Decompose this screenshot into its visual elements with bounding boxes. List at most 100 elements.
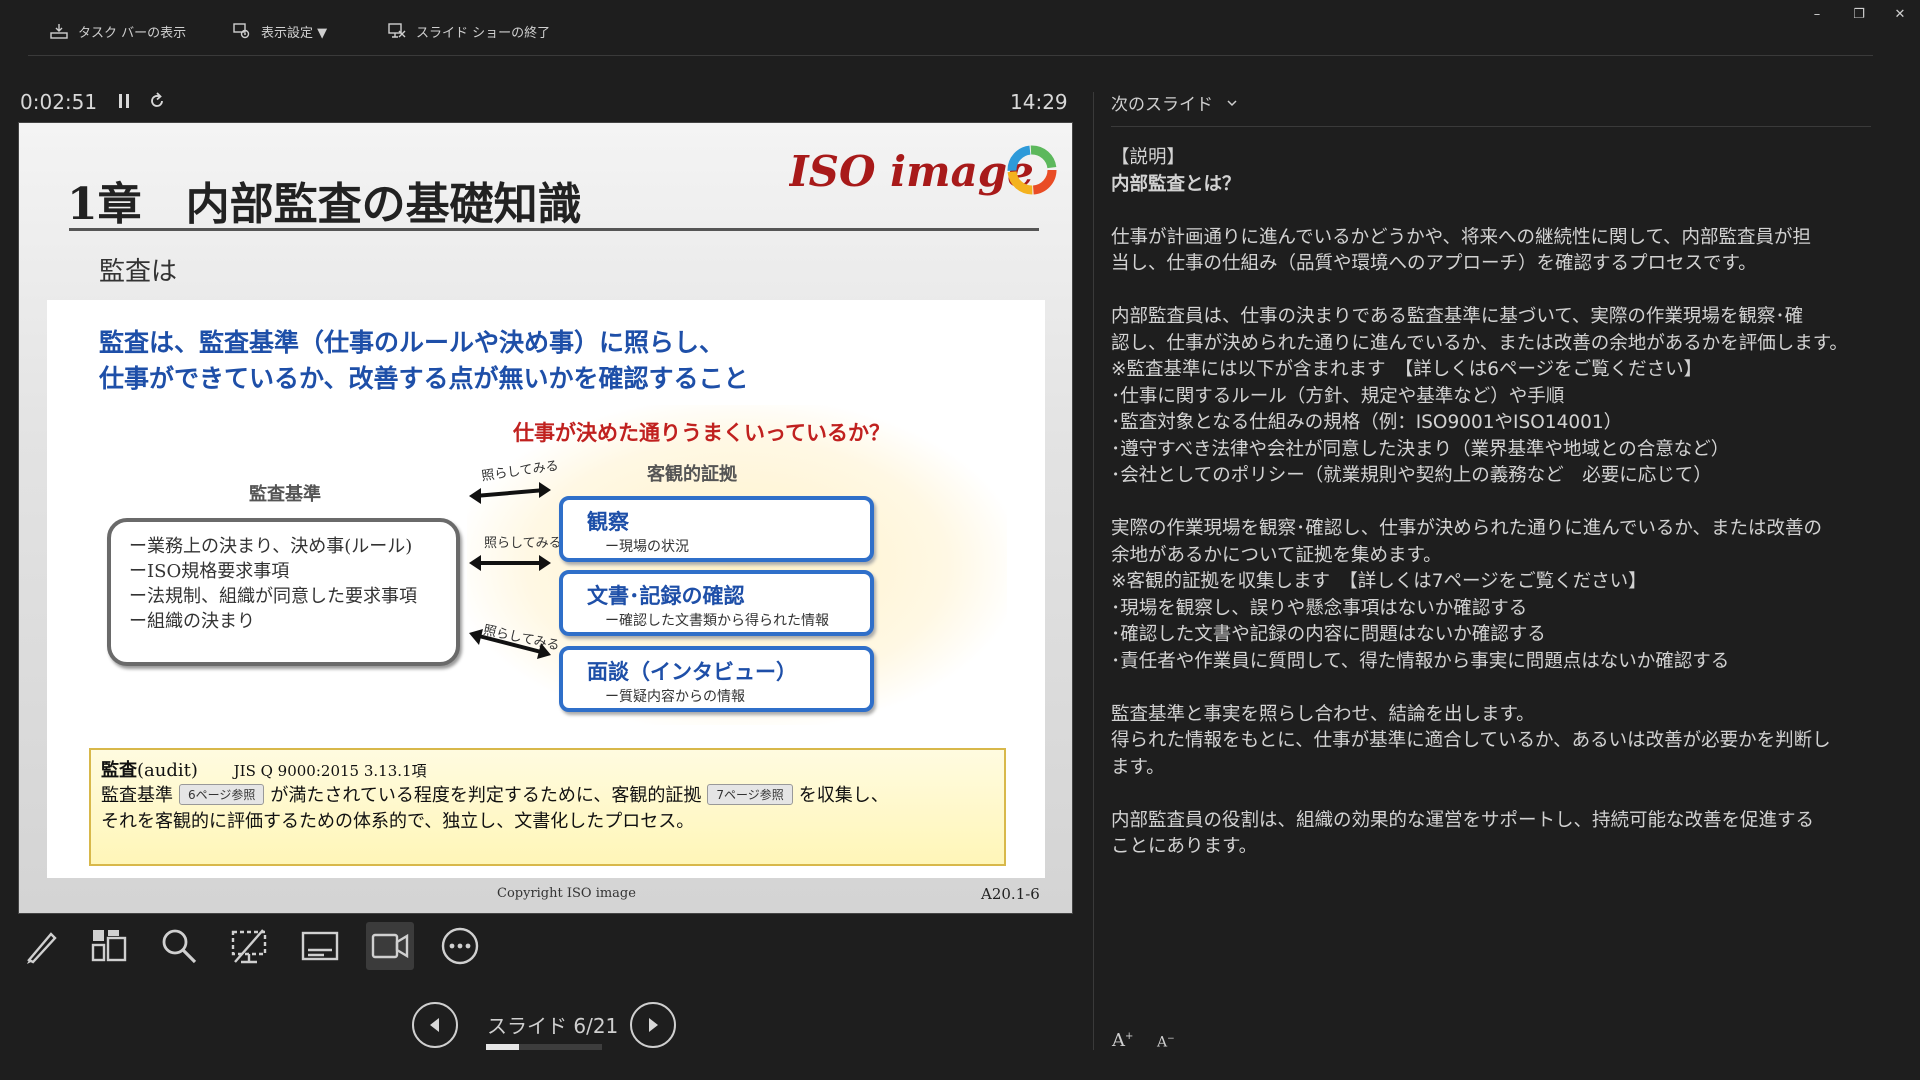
slide-content-panel: 監査は、監査基準（仕事のルールや決め事）に照らし、 仕事ができているか、改善する…: [47, 300, 1045, 878]
increase-font-button[interactable]: A+: [1112, 1030, 1133, 1051]
notes-line: 余地があるかについて証拠を集めます。: [1111, 544, 1442, 566]
camera-toggle-button[interactable]: [366, 922, 414, 970]
double-arrow-icon: [469, 482, 551, 504]
previous-slide-button[interactable]: [412, 1002, 458, 1048]
taskbar-icon: [50, 24, 68, 39]
video-camera-icon: [371, 933, 409, 959]
screen-off-icon: [231, 929, 267, 964]
next-slide-button[interactable]: [630, 1002, 676, 1048]
current-slide: 1章 内部監査の基礎知識 ISO image 監査は 監査は、監査基準（仕事のル…: [19, 123, 1072, 913]
more-options-button[interactable]: [436, 922, 484, 970]
elapsed-timer: 0:02:51: [20, 90, 98, 114]
chevron-down-icon: [1227, 99, 1237, 106]
next-slide-label: 次のスライド: [1111, 95, 1213, 115]
subtitles-icon: [301, 931, 339, 961]
headline-line-2: 仕事ができているか、改善する点が無いかを確認すること: [99, 364, 749, 393]
notes-line: ･確認した文書や記録の内容に問題はないか確認する: [1111, 624, 1546, 645]
definition-part3: を収集し、: [798, 785, 889, 806]
font-larger-label: A: [1112, 1030, 1125, 1051]
standard-item: ー業務上の決まり、決め事(ルール): [129, 536, 413, 557]
evidence-title: 観察: [587, 509, 629, 534]
close-button[interactable]: ✕: [1885, 4, 1915, 26]
arrow-left-icon: [430, 1018, 439, 1032]
font-smaller-label: A: [1157, 1034, 1168, 1051]
double-arrow-icon: [469, 555, 551, 571]
notes-line: 仕事が計画通りに進んでいるかどうかや、将来への継続性に関して、内部監査員が担: [1111, 226, 1812, 248]
double-arrow-icon: [469, 629, 551, 659]
notes-line: 認し、仕事が決められた通りに進んでいるか、または改善の余地があるかを評価します。: [1111, 332, 1848, 354]
next-slide-toggle[interactable]: 次のスライド: [1111, 90, 1237, 115]
minimize-button[interactable]: –: [1802, 4, 1832, 26]
notes-line: ます。: [1111, 756, 1165, 778]
pen-tool-button[interactable]: [17, 922, 65, 970]
slides-grid-icon: [91, 930, 127, 962]
notes-line: ･責任者や作業員に質問して、得た情報から事実に問題点はないか確認する: [1111, 650, 1730, 672]
panel-divider: [1093, 92, 1094, 1050]
notes-line: [1111, 675, 1871, 702]
presenter-toolbar: タスク バーの表示 表示設定 ▼ スライド ショーの終了: [0, 0, 1920, 56]
subtitles-button[interactable]: [296, 922, 344, 970]
slide-counter: スライド 6/21: [487, 1014, 619, 1038]
notes-line: 監査基準と事実を照らし合わせ、結論を出します。: [1111, 703, 1535, 725]
notes-line: ･現場を観察し、誤りや懸念事項はないか確認する: [1111, 597, 1528, 619]
slide-number: A20.1-6: [981, 885, 1040, 903]
notes-line: ※監査基準には以下が含まれます 【詳しくは6ページをご覧ください】: [1111, 359, 1703, 380]
pen-icon: [27, 932, 57, 964]
toolbar-divider: [28, 55, 1873, 56]
ellipsis-icon: [441, 927, 479, 965]
decrease-font-button[interactable]: A−: [1157, 1034, 1175, 1051]
notes-line: 当し、仕事の仕組み（品質や環境へのアプローチ）を確認するプロセスです。: [1111, 253, 1757, 274]
definition-heading: 監査(audit) JIS Q 9000:2015 3.13.1項: [101, 756, 427, 782]
magnifier-icon: [162, 929, 197, 964]
definition-line-2: 監査基準 6ページ参照 が満たされている程度を判定するために、客観的証拠 7ページ参照…: [101, 781, 889, 807]
evidence-title: 面談（インタビュー）: [587, 659, 797, 684]
slide-title: 1章 内部監査の基礎知識: [67, 179, 582, 230]
audit-standard-box: ー業務上の決まり、決め事(ルール) ーISO規格要求事項 ー法規制、組織が同意し…: [107, 518, 460, 666]
reset-timer-icon[interactable]: [148, 92, 166, 110]
display-settings-label: 表示設定 ▼: [261, 25, 328, 41]
notes-line: 内部監査員の役割は、組織の効果的な運営をサポートし、持続可能な改善を促進する: [1111, 809, 1815, 831]
definition-line-3: それを客観的に評価するための体系的で、独立し、文書化したプロセス。: [101, 811, 695, 832]
black-screen-button[interactable]: [225, 922, 273, 970]
notes-line: [1111, 278, 1871, 305]
notes-line: [1111, 198, 1871, 225]
notes-line: 得られた情報をもとに、仕事が基準に適合しているか、あるいは改善が必要かを判断し: [1111, 730, 1831, 751]
notes-line: ※客観的証拠を収集します 【詳しくは7ページをご覧ください】: [1111, 571, 1647, 592]
page-ref-tag: 7ページ参照: [707, 784, 793, 805]
notes-line: ･遵守すべき法律や会社が同意した決まり（業界基準や地域との合意など）: [1111, 438, 1730, 460]
notes-line: ことにあります。: [1111, 836, 1258, 857]
slide-headline: 監査は、監査基準（仕事のルールや決め事）に照らし、 仕事ができているか、改善する…: [99, 325, 749, 397]
definition-part2: が満たされている程度を判定するために、客観的証拠: [270, 785, 702, 806]
speaker-notes[interactable]: 【説明】 内部監査とは？ 仕事が計画通りに進んでいるかどうかや、将来への継続性に関し…: [1111, 145, 1871, 861]
show-taskbar-button[interactable]: タスク バーの表示: [50, 16, 186, 46]
see-all-slides-button[interactable]: [85, 922, 133, 970]
evidence-observation-box: 観察 ー現場の状況: [559, 496, 874, 562]
notes-line: 内部監査とは？: [1111, 173, 1241, 195]
evidence-title: 文書･記録の確認: [587, 583, 745, 608]
pause-icon[interactable]: [117, 93, 131, 109]
zoom-button[interactable]: [155, 922, 203, 970]
evidence-sub: ー質疑内容からの情報: [605, 689, 745, 705]
definition-part1: 監査基準: [101, 785, 173, 806]
evidence-document-box: 文書･記録の確認 ー確認した文書類から得られた情報: [559, 570, 874, 636]
end-slideshow-label: スライド ショーの終了: [416, 25, 551, 41]
page-ref-tag: 6ページ参照: [179, 784, 265, 805]
slide-progress-bar: [486, 1044, 602, 1050]
notes-divider: [1111, 126, 1871, 127]
end-slideshow-button[interactable]: スライド ショーの終了: [388, 16, 550, 46]
standard-item: ー組織の決まり: [129, 611, 255, 632]
evidence-sub: ー確認した文書類から得られた情報: [605, 613, 829, 629]
restore-button[interactable]: ❐: [1844, 4, 1874, 26]
standard-label: 監査基準: [249, 484, 321, 505]
notes-line: 実際の作業現場を観察･確認し、仕事が決められた通りに進んでいるか、または改善の: [1111, 518, 1822, 539]
show-taskbar-label: タスク バーの表示: [78, 25, 187, 41]
evidence-label: 客観的証拠: [647, 464, 737, 485]
end-slideshow-icon: [388, 23, 406, 38]
standard-item: ーISO規格要求事項: [129, 561, 290, 582]
definition-term-en: (audit): [137, 760, 198, 781]
slide-progress-fill: [486, 1044, 520, 1050]
notes-line: ･会社としてのポリシー（就業規則や契約上の義務など 必要に応じて）: [1111, 465, 1712, 486]
display-settings-button[interactable]: 表示設定 ▼: [233, 16, 327, 46]
slide-subtitle: 監査は: [99, 257, 178, 287]
notes-line: [1111, 490, 1871, 517]
